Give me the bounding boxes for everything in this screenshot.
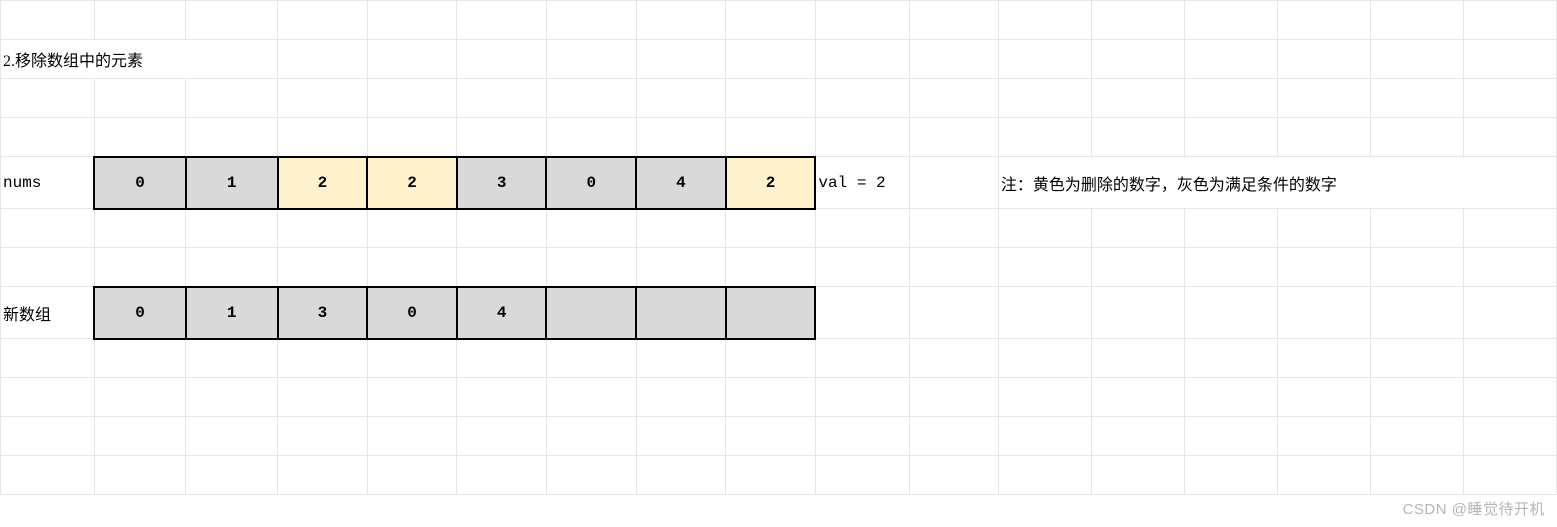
nums-cell-4: 3 xyxy=(457,157,547,209)
new-cell-6 xyxy=(636,287,726,339)
new-cell-5 xyxy=(546,287,636,339)
spreadsheet-grid: 2.移除数组中的元素 nums 0 1 2 2 3 0 4 2 val = 2 … xyxy=(0,0,1557,495)
diagram-title: 2.移除数组中的元素 xyxy=(1,40,278,79)
val-text: val = 2 xyxy=(815,157,909,209)
legend-note: 注：黄色为删除的数字，灰色为满足条件的数字 xyxy=(998,157,1556,209)
new-cell-2: 3 xyxy=(278,287,368,339)
nums-cell-2: 2 xyxy=(278,157,368,209)
new-cell-7 xyxy=(726,287,816,339)
new-cell-1: 1 xyxy=(186,287,278,339)
nums-cell-0: 0 xyxy=(94,157,186,209)
label-nums: nums xyxy=(1,157,95,209)
nums-cell-7: 2 xyxy=(726,157,816,209)
watermark-text: CSDN @睡觉待开机 xyxy=(1403,498,1545,519)
new-cell-4: 4 xyxy=(457,287,547,339)
new-cell-3: 0 xyxy=(367,287,457,339)
new-cell-0: 0 xyxy=(94,287,186,339)
nums-cell-1: 1 xyxy=(186,157,278,209)
nums-cell-6: 4 xyxy=(636,157,726,209)
nums-cell-5: 0 xyxy=(546,157,636,209)
nums-cell-3: 2 xyxy=(367,157,457,209)
label-new-array: 新数组 xyxy=(1,287,95,339)
